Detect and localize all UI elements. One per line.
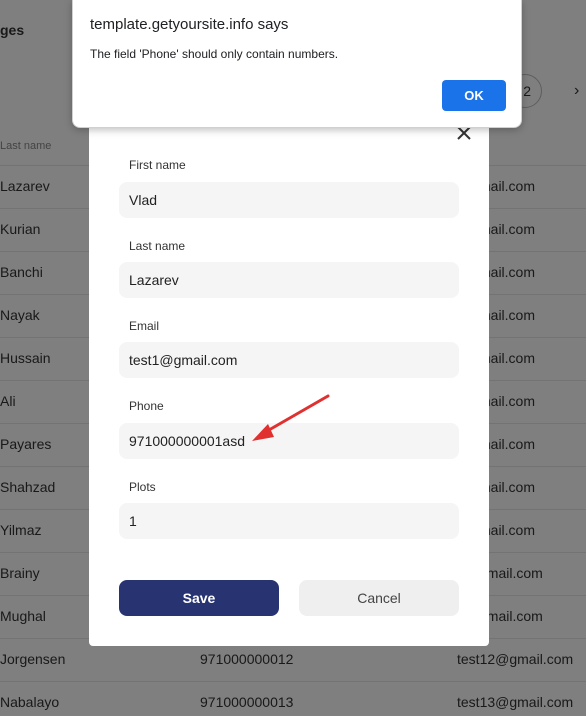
first-name-field[interactable]	[119, 182, 459, 218]
email-label: Email	[129, 319, 160, 333]
browser-alert-dialog: template.getyoursite.info says The field…	[72, 0, 522, 128]
save-button[interactable]: Save	[119, 580, 279, 616]
phone-field[interactable]	[119, 423, 459, 459]
first-name-label: First name	[129, 158, 186, 172]
email-field[interactable]	[119, 342, 459, 378]
edit-user-modal: First name Last name Email Phone Plots S…	[89, 112, 489, 646]
alert-title: template.getyoursite.info says	[90, 16, 289, 33]
last-name-field[interactable]	[119, 262, 459, 298]
ok-button[interactable]: OK	[442, 80, 506, 111]
cancel-button[interactable]: Cancel	[299, 580, 459, 616]
last-name-label: Last name	[129, 239, 186, 253]
plots-field[interactable]	[119, 503, 459, 539]
phone-label: Phone	[129, 399, 164, 413]
alert-message: The field 'Phone' should only contain nu…	[90, 47, 339, 61]
plots-label: Plots	[129, 480, 156, 494]
